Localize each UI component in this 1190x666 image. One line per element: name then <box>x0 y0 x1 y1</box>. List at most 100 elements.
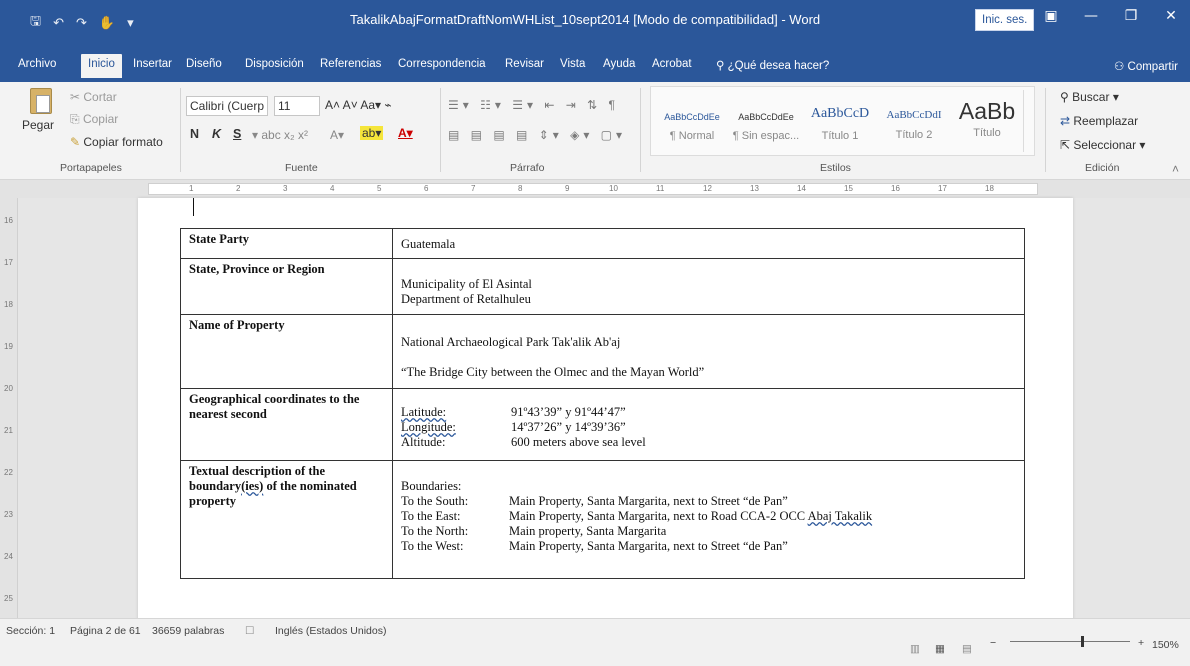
style-heading-2[interactable]: AaBbCcDdI Título 2 <box>878 100 950 158</box>
document-page[interactable]: State Party Guatemala State, Province or… <box>138 198 1073 628</box>
zoom-out-icon[interactable]: − <box>990 637 996 649</box>
window-controls: ▣ — ❐ ✕ <box>1042 8 1180 24</box>
ribbon-display-icon[interactable]: ▣ <box>1042 8 1060 24</box>
cut-button[interactable]: ✂ Cortar <box>70 90 117 104</box>
undo-icon[interactable]: ↶ <box>53 16 64 31</box>
ruler-tick: 16 <box>4 216 13 225</box>
paste-button[interactable]: Pegar <box>22 118 54 132</box>
close-icon[interactable]: ✕ <box>1162 8 1180 24</box>
table-cell-label[interactable]: State Party <box>180 228 393 259</box>
horizontal-ruler[interactable]: 1 2 3 4 5 6 7 8 9 10 11 12 13 14 15 16 1… <box>0 180 1190 198</box>
replace-button[interactable]: ⇄ Reemplazar <box>1060 114 1138 128</box>
find-button[interactable]: ⚲ Buscar ▾ <box>1060 90 1119 104</box>
tab-acrobat[interactable]: Acrobat <box>652 58 692 70</box>
ruler-tick: 23 <box>4 510 13 519</box>
label-text: (ies) <box>241 479 264 493</box>
tab-revisar[interactable]: Revisar <box>505 58 544 70</box>
style-normal[interactable]: AaBbCcDdEe ¶ Normal <box>658 100 726 158</box>
word-count[interactable]: 36659 palabras <box>152 625 224 637</box>
alignment-buttons[interactable]: ▤ ▤ ▤ ▤ ⇕▾ ◈▾ ▢▾ <box>448 128 626 142</box>
table-cell-value[interactable]: Boundaries: To the South: Main Property, … <box>392 460 1025 579</box>
web-layout-icon[interactable]: ▤ <box>962 643 972 655</box>
minimize-icon[interactable]: — <box>1082 8 1100 24</box>
tab-inicio[interactable]: Inicio <box>81 54 122 78</box>
list-buttons[interactable]: ☰▾ ☷▾ ☰▾ ⇤ ⇥ ⇅ ¶ <box>448 98 619 112</box>
strike-sub-super-icons[interactable]: ▾ abc x₂ x² <box>252 128 308 142</box>
style-no-spacing[interactable]: AaBbCcDdEe ¶ Sin espac... <box>730 100 802 158</box>
table-cell-value[interactable]: Guatemala <box>392 228 1025 259</box>
read-mode-icon[interactable]: ▥ <box>910 643 920 655</box>
share-button[interactable]: ⚇ Compartir <box>1114 59 1178 73</box>
customize-qat-icon[interactable]: ▾ <box>127 16 134 31</box>
proofing-icon[interactable]: ☐ <box>245 625 254 637</box>
language-indicator[interactable]: Inglés (Estados Unidos) <box>275 625 386 637</box>
table-cell-value[interactable]: National Archaeological Park Tak'alik Ab… <box>392 314 1025 389</box>
print-layout-icon[interactable]: ▦ <box>935 643 945 655</box>
altitude-label: Altitude: <box>401 435 446 449</box>
longitude-label: Longitude: <box>401 420 456 434</box>
collapse-ribbon-icon[interactable]: ˄ <box>1172 162 1179 176</box>
font-size-select[interactable]: 11 <box>274 96 320 116</box>
styles-scroll[interactable] <box>1023 90 1035 152</box>
table-cell-value[interactable]: Municipality of El Asintal Department of… <box>392 258 1025 315</box>
copy-button[interactable]: ⎘ Copiar <box>70 112 118 127</box>
tab-disposicion[interactable]: Disposición <box>245 58 304 70</box>
label-text: property <box>189 494 236 508</box>
highlight-icon[interactable]: ab▾ <box>360 126 384 140</box>
font-size-icons[interactable]: A˄ A˅ Aa▾ ⌁ <box>325 98 392 112</box>
underline-button[interactable]: S <box>233 127 241 141</box>
zoom-slider-thumb[interactable] <box>1081 636 1084 647</box>
redo-icon[interactable]: ↷ <box>76 16 87 31</box>
table-cell-value[interactable]: Latitude: 91º43’39” y 91º44’47” Longitude… <box>392 388 1025 461</box>
ribbon-tabs: Archivo Inicio Insertar Diseño Disposici… <box>0 52 1190 82</box>
tab-insertar[interactable]: Insertar <box>133 58 172 70</box>
search-icon: ⚲ <box>1060 90 1073 104</box>
restore-icon[interactable]: ❐ <box>1122 8 1140 24</box>
cell-line: Boundaries: <box>401 479 462 493</box>
tab-referencias[interactable]: Referencias <box>320 58 381 70</box>
paste-icon[interactable] <box>30 88 52 114</box>
style-name: Título 2 <box>895 129 933 141</box>
tab-archivo[interactable]: Archivo <box>18 58 56 70</box>
ruler-tick: 6 <box>424 184 429 193</box>
tab-correspondencia[interactable]: Correspondencia <box>398 58 486 70</box>
format-painter-button[interactable]: ✎ Copiar formato <box>70 135 163 149</box>
touch-mode-icon[interactable]: ✋ <box>99 16 115 31</box>
style-preview: AaBbCcDdI <box>886 109 942 121</box>
zoom-slider[interactable] <box>1010 641 1130 642</box>
vertical-ruler[interactable]: 16 17 18 19 20 21 22 23 24 25 <box>0 198 18 618</box>
section-indicator[interactable]: Sección: 1 <box>6 625 55 637</box>
save-icon[interactable]: 🖫 <box>30 12 41 34</box>
bold-button[interactable]: N <box>190 127 199 141</box>
replace-icon: ⇄ <box>1060 114 1074 128</box>
tab-diseno[interactable]: Diseño <box>186 58 222 70</box>
boundary-value: Main Property, Santa Margarita, next to … <box>509 539 788 553</box>
page-indicator[interactable]: Página 2 de 61 <box>70 625 141 637</box>
italic-button[interactable]: K <box>212 127 221 141</box>
zoom-in-icon[interactable]: + <box>1138 637 1144 649</box>
cell-line: To the North: Main property, Santa Margar… <box>401 524 1016 539</box>
table-cell-label[interactable]: Name of Property <box>180 314 393 389</box>
zoom-level[interactable]: 150% <box>1152 639 1179 651</box>
table-cell-label[interactable]: Geographical coordinates to the nearest … <box>180 388 393 461</box>
clipboard-group-label: Portapapeles <box>60 162 122 174</box>
font-color-icon[interactable]: A▾ <box>398 126 413 140</box>
style-heading-1[interactable]: AaBbCcD Título 1 <box>804 100 876 158</box>
sign-in-button[interactable]: Inic. ses. <box>975 9 1035 31</box>
table-cell-label[interactable]: Textual description of the boundary(ies)… <box>180 460 393 579</box>
text-cursor <box>193 198 194 216</box>
format-painter-label: Copiar formato <box>83 135 163 149</box>
text-effects-icon[interactable]: A▾ <box>330 128 344 142</box>
tell-me-search[interactable]: ⚲ ¿Qué desea hacer? <box>716 58 829 72</box>
style-name: ¶ Sin espac... <box>732 130 800 142</box>
style-title[interactable]: AaBb Título <box>952 98 1022 158</box>
window-title: TakalikAbajFormatDraftNomWHList_10sept20… <box>350 12 821 27</box>
tab-vista[interactable]: Vista <box>560 58 585 70</box>
ruler-tick: 12 <box>703 184 712 193</box>
table-cell-label[interactable]: State, Province or Region <box>180 258 393 315</box>
table-row: State, Province or Region Municipality o… <box>180 258 1025 315</box>
tab-ayuda[interactable]: Ayuda <box>603 58 635 70</box>
cut-label: Cortar <box>83 90 117 104</box>
select-button[interactable]: ⇱ Seleccionar ▾ <box>1060 138 1145 152</box>
font-name-select[interactable]: Calibri (Cuerp <box>186 96 268 116</box>
